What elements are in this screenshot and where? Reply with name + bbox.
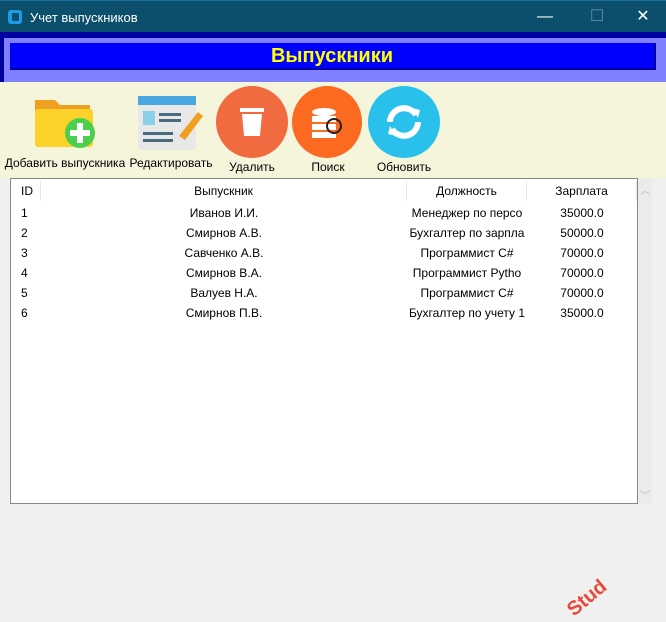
cell-salary: 50000.0	[560, 226, 604, 240]
table-row[interactable]: 5 Валуев Н.А. Программист C# 70000.0	[11, 283, 637, 303]
table-row[interactable]: 6 Смирнов П.В. Бухгалтер по учету 1 35000.0	[11, 303, 637, 323]
edit-button[interactable]: Редактировать	[128, 82, 214, 178]
cell-id: 4	[21, 266, 28, 280]
window-title: Учет выпускников	[30, 10, 138, 25]
edit-label: Редактировать	[129, 156, 213, 170]
watermark: Stud	[563, 575, 612, 621]
cell-position: Программист Pytho	[412, 266, 522, 280]
cell-position: Бухгалтер по учету 1	[408, 306, 526, 320]
cell-graduate: Иванов И.И.	[189, 206, 259, 220]
column-header-graduate[interactable]: Выпускник	[41, 181, 407, 201]
cell-position: Бухгалтер по зарпла	[409, 226, 525, 240]
vertical-scrollbar[interactable]: ︿ ﹀	[638, 178, 652, 504]
cell-id: 6	[21, 306, 28, 320]
refresh-icon	[368, 86, 440, 158]
scroll-up-icon[interactable]: ︿	[638, 182, 652, 197]
banner: Выпускники	[0, 32, 666, 82]
table-row[interactable]: 1 Иванов И.И. Менеджер по персо 35000.0	[11, 203, 637, 223]
add-label: Добавить выпускника	[4, 156, 126, 170]
folder-add-icon	[35, 100, 95, 148]
graduates-table: ID Выпускник Должность Зарплата 1 Иванов …	[10, 178, 638, 621]
banner-title: Выпускники	[10, 43, 656, 70]
delete-label: Удалить	[229, 160, 275, 174]
app-icon	[8, 10, 22, 24]
cell-position: Программист C#	[420, 286, 514, 300]
cell-id: 1	[21, 206, 28, 220]
cell-salary: 70000.0	[560, 246, 604, 260]
cell-graduate: Савченко А.В.	[184, 246, 264, 260]
column-header-id[interactable]: ID	[21, 181, 41, 201]
cell-position: Менеджер по персо	[411, 206, 523, 220]
table-row[interactable]: 2 Смирнов А.В. Бухгалтер по зарпла 50000.0	[11, 223, 637, 243]
edit-card-icon	[138, 96, 203, 150]
cell-position: Программист C#	[420, 246, 514, 260]
cell-salary: 70000.0	[560, 286, 604, 300]
cell-graduate: Смирнов В.А.	[186, 266, 262, 280]
table-header: ID Выпускник Должность Зарплата	[11, 181, 637, 201]
cell-salary: 35000.0	[560, 306, 604, 320]
search-button[interactable]: Поиск	[292, 82, 364, 178]
add-graduate-button[interactable]: Добавить выпускника	[2, 82, 128, 178]
toolbar: Добавить выпускника Редактировать Удалит…	[0, 82, 666, 178]
cell-graduate: Валуев Н.А.	[190, 286, 258, 300]
cell-salary: 70000.0	[560, 266, 604, 280]
minimize-button[interactable]: —	[530, 5, 560, 29]
column-header-salary[interactable]: Зарплата	[527, 181, 637, 201]
cell-id: 3	[21, 246, 28, 260]
title-bar: Учет выпускников — ☐ ✕	[0, 0, 666, 32]
refresh-label: Обновить	[376, 160, 432, 174]
table-row[interactable]: 3 Савченко А.В. Программист C# 70000.0	[11, 243, 637, 263]
search-label: Поиск	[311, 160, 345, 174]
refresh-button[interactable]: Обновить	[368, 82, 440, 178]
cell-salary: 35000.0	[560, 206, 604, 220]
cell-graduate: Смирнов А.В.	[186, 226, 262, 240]
cell-id: 5	[21, 286, 28, 300]
database-search-icon	[292, 86, 362, 158]
delete-button[interactable]: Удалить	[216, 82, 288, 178]
table-row[interactable]: 4 Смирнов В.А. Программист Pytho 70000.0	[11, 263, 637, 283]
scroll-down-icon[interactable]: ﹀	[638, 487, 652, 502]
trash-icon	[216, 86, 288, 158]
maximize-button[interactable]: ☐	[582, 5, 612, 29]
cell-graduate: Смирнов П.В.	[185, 306, 263, 320]
close-button[interactable]: ✕	[628, 5, 658, 29]
column-header-position[interactable]: Должность	[407, 181, 527, 201]
cell-id: 2	[21, 226, 28, 240]
